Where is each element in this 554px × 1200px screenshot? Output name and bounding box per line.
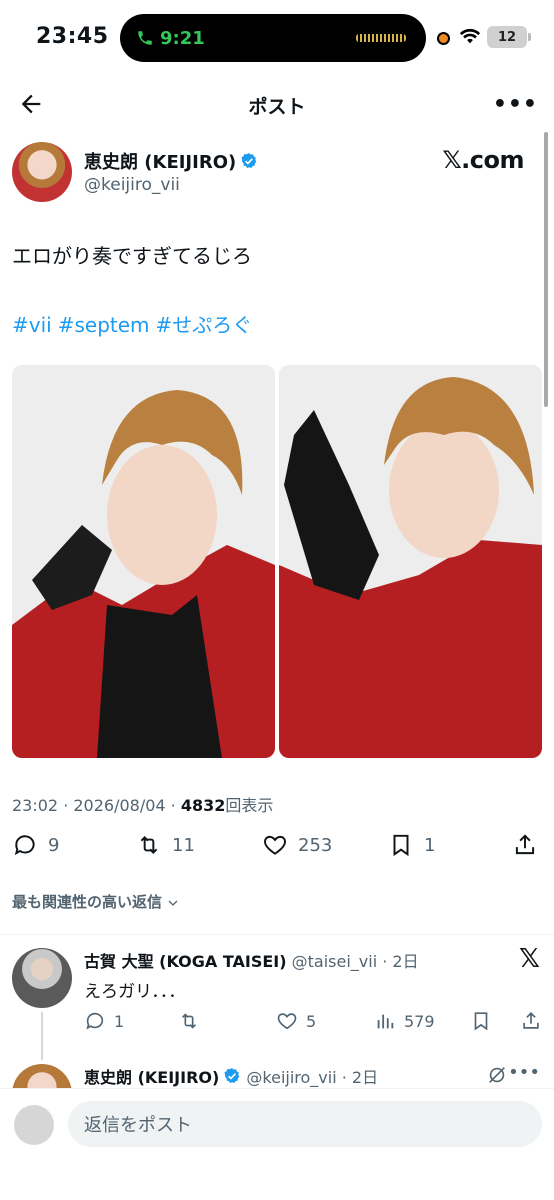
xcom-logo: 𝕏.com: [442, 146, 524, 174]
reply-sort-dropdown[interactable]: 最も関連性の高い返信: [12, 891, 179, 912]
reply-avatar[interactable]: [12, 948, 72, 1008]
post-photo-1[interactable]: [12, 365, 275, 758]
post-meta: 23:02 · 2026/08/04 · 4832回表示: [12, 792, 273, 816]
divider: [0, 934, 554, 935]
reply-bookmark-button[interactable]: [470, 1010, 492, 1032]
page-title: ポスト: [248, 96, 306, 118]
repost-icon: [140, 836, 158, 854]
reply-views-button[interactable]: 579: [374, 1010, 435, 1032]
top-nav: ポスト •••: [0, 80, 554, 128]
bookmark-count: 1: [424, 834, 436, 856]
dynamic-island[interactable]: 9:21: [120, 14, 426, 62]
repost-icon: [181, 1013, 197, 1029]
reply-handle-time[interactable]: @taisei_vii · 2日: [292, 952, 419, 971]
call-indicator[interactable]: 9:21: [128, 24, 217, 52]
author-name-row[interactable]: 恵史朗 (KEIJIRO): [84, 148, 258, 174]
wifi-icon: [459, 28, 481, 44]
heart-icon: [277, 1013, 297, 1030]
reply-button[interactable]: 9: [12, 832, 59, 858]
more-options-icon[interactable]: •••: [493, 92, 538, 117]
reply-text: えろガリ．．．: [84, 982, 186, 1002]
reply2-more-icon[interactable]: •••: [508, 1062, 540, 1083]
share-icon: [523, 1012, 539, 1029]
scrollbar[interactable]: [544, 132, 548, 407]
reply2-author-name[interactable]: 恵史朗 (KEIJIRO): [84, 1068, 219, 1087]
hashtag-link[interactable]: #せぷろぐ: [156, 313, 253, 337]
reply-share-button[interactable]: [520, 1010, 542, 1032]
hashtag-link[interactable]: #septem: [58, 313, 150, 337]
grok-icon[interactable]: [486, 1064, 508, 1086]
heart-icon: [264, 835, 286, 855]
reply-action-bar: 1 5 579: [84, 1010, 544, 1038]
analytics-icon: [377, 1014, 394, 1029]
like-count: 253: [298, 834, 333, 856]
post-photo-2[interactable]: [279, 365, 542, 758]
audio-wave-icon: [356, 34, 406, 42]
recording-dot-icon: [437, 32, 450, 45]
reply-icon: [86, 1012, 104, 1030]
bookmark-icon: [474, 1012, 488, 1031]
repost-count: 11: [172, 834, 195, 856]
reply-count: 9: [48, 834, 60, 856]
reply-view-count: 579: [404, 1011, 435, 1031]
bookmark-button[interactable]: 1: [388, 832, 435, 858]
hashtags: #vii #septem #せぷろぐ: [12, 309, 258, 338]
x-logo-icon: 𝕏: [519, 944, 540, 974]
reply-repost-button[interactable]: [178, 1010, 200, 1032]
call-time: 9:21: [160, 27, 205, 49]
user-avatar[interactable]: [14, 1105, 54, 1145]
reply2-handle-time[interactable]: @keijiro_vii · 2日: [246, 1068, 378, 1087]
reply-input[interactable]: 返信をポスト: [68, 1101, 542, 1147]
thread-line: [41, 1012, 43, 1060]
like-button[interactable]: 253: [262, 832, 332, 858]
hashtag-link[interactable]: #vii: [12, 313, 52, 337]
reply-reply-button[interactable]: 1: [84, 1010, 124, 1032]
reply-header[interactable]: 古賀 大聖 (KOGA TAISEI) @taisei_vii · 2日: [84, 948, 419, 972]
author-avatar[interactable]: [12, 142, 72, 202]
verified-badge-icon: [241, 153, 257, 168]
view-count-label: 回表示: [225, 796, 274, 815]
status-bar: 23:45 9:21 12: [0, 0, 554, 76]
reply-reply-count: 1: [114, 1011, 125, 1031]
chevron-down-icon: [168, 900, 178, 906]
reply-like-count: 5: [306, 1011, 317, 1031]
view-count: 4832: [180, 796, 226, 815]
share-icon: [515, 834, 535, 855]
status-clock: 23:45: [36, 24, 109, 49]
battery-level: 12: [497, 29, 517, 45]
reply-sort-label: 最も関連性の高い返信: [12, 893, 163, 911]
post-text: エロがり奏ですぎてるじろ: [12, 244, 252, 268]
reply-compose-bar: 返信をポスト: [0, 1088, 554, 1200]
post-timestamp: 23:02 · 2026/08/04 ·: [12, 796, 181, 815]
reply2-header[interactable]: 恵史朗 (KEIJIRO) @keijiro_vii · 2日: [84, 1064, 378, 1088]
repost-button[interactable]: 11: [136, 832, 195, 858]
verified-badge-icon: [224, 1068, 240, 1083]
bookmark-icon: [393, 834, 409, 857]
author-handle[interactable]: @keijiro_vii: [84, 175, 180, 195]
share-button[interactable]: [512, 832, 538, 858]
phone-icon: [138, 31, 152, 45]
author-name[interactable]: 恵史朗 (KEIJIRO): [84, 152, 236, 173]
reply-input-placeholder: 返信をポスト: [84, 1115, 192, 1136]
battery-icon: 12: [487, 26, 531, 48]
post-action-bar: 9 11 253 1: [0, 826, 554, 868]
reply-like-button[interactable]: 5: [276, 1010, 316, 1032]
reply-author-name[interactable]: 古賀 大聖 (KOGA TAISEI): [84, 952, 287, 971]
reply-icon: [14, 835, 35, 856]
